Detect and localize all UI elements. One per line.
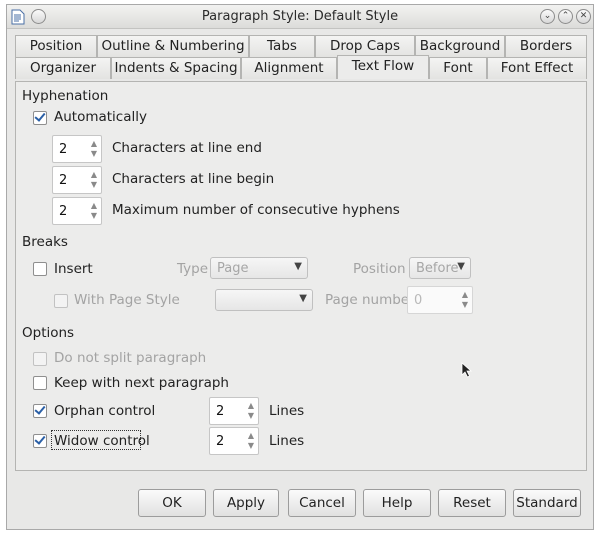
spin-down-icon[interactable]: ▼ xyxy=(91,212,97,220)
position-label: Position xyxy=(353,261,406,277)
with-page-style-checkbox[interactable] xyxy=(54,294,68,308)
orphan-control-checkbox[interactable] xyxy=(33,403,47,418)
chevron-down-icon: ▼ xyxy=(299,293,307,304)
spin-down-icon[interactable]: ▼ xyxy=(91,181,97,189)
max-hyphens-value: 2 xyxy=(59,204,68,219)
tab-indents-spacing[interactable]: Indents & Spacing xyxy=(111,57,241,79)
title-bar: Paragraph Style: Default Style ⌄ ⌃ ✕ xyxy=(7,5,593,29)
cancel-button[interactable]: Cancel xyxy=(288,489,356,517)
tab-position[interactable]: Position xyxy=(15,35,97,57)
position-dropdown[interactable]: Before ▼ xyxy=(409,257,471,279)
tab-tabs[interactable]: Tabs xyxy=(249,35,315,57)
orphan-lines-spinbox[interactable]: 2 ▲ ▼ xyxy=(209,397,259,425)
standard-button[interactable]: Standard xyxy=(513,489,581,517)
chevron-down-icon: ▼ xyxy=(294,261,302,272)
tab-font[interactable]: Font xyxy=(429,57,487,79)
page-number-spinbox[interactable]: 0 ▲ ▼ xyxy=(407,286,473,314)
orphan-lines-unit: Lines xyxy=(269,403,305,419)
tab-outline-numbering[interactable]: Outline & Numbering xyxy=(97,35,249,57)
automatically-checkbox[interactable] xyxy=(33,110,47,125)
apply-button[interactable]: Apply xyxy=(213,489,279,517)
tab-font-effect[interactable]: Font Effect xyxy=(487,57,587,79)
spin-down-icon[interactable]: ▼ xyxy=(248,442,254,450)
tab-text-flow[interactable]: Text Flow xyxy=(337,55,429,79)
type-dropdown[interactable]: Page ▼ xyxy=(210,257,308,279)
chars-line-begin-spinbox[interactable]: 2 ▲ ▼ xyxy=(52,166,102,194)
ok-button[interactable]: OK xyxy=(138,489,206,517)
chars-line-end-label: Characters at line end xyxy=(112,140,262,156)
dialog-window: Paragraph Style: Default Style ⌄ ⌃ ✕ Pos… xyxy=(6,4,594,530)
chars-line-begin-value: 2 xyxy=(59,173,68,188)
with-page-style-label: With Page Style xyxy=(74,292,180,308)
text-flow-panel: Hyphenation Automatically 2 ▲ ▼ Characte… xyxy=(15,81,587,471)
keep-with-next-checkbox[interactable] xyxy=(33,376,47,390)
options-heading: Options xyxy=(22,325,75,341)
hyphenation-heading: Hyphenation xyxy=(22,88,109,104)
breaks-heading: Breaks xyxy=(22,234,68,250)
spin-up-icon[interactable]: ▲ xyxy=(462,291,468,299)
minimize-icon[interactable]: ⌄ xyxy=(540,9,555,24)
maximize-icon[interactable]: ⌃ xyxy=(558,9,573,24)
position-value: Before xyxy=(416,261,459,276)
orphan-lines-value: 2 xyxy=(216,404,225,419)
max-hyphens-label: Maximum number of consecutive hyphens xyxy=(112,202,400,218)
help-button[interactable]: Help xyxy=(363,489,431,517)
spin-up-icon[interactable]: ▲ xyxy=(248,402,254,410)
spin-up-icon[interactable]: ▲ xyxy=(91,202,97,210)
insert-checkbox[interactable] xyxy=(33,262,47,276)
widow-lines-spinbox[interactable]: 2 ▲ ▼ xyxy=(209,427,259,455)
tab-borders[interactable]: Borders xyxy=(505,35,587,57)
chars-line-end-value: 2 xyxy=(59,142,68,157)
spin-up-icon[interactable]: ▲ xyxy=(248,432,254,440)
type-label: Type xyxy=(177,261,209,277)
chars-line-end-spinbox[interactable]: 2 ▲ ▼ xyxy=(52,135,102,163)
do-not-split-label: Do not split paragraph xyxy=(54,350,207,366)
spin-up-icon[interactable]: ▲ xyxy=(91,171,97,179)
tab-drop-caps[interactable]: Drop Caps xyxy=(315,35,415,57)
page-style-dropdown[interactable]: ▼ xyxy=(215,289,313,311)
do-not-split-checkbox[interactable] xyxy=(33,352,47,366)
reset-button[interactable]: Reset xyxy=(438,489,506,517)
orphan-control-label: Orphan control xyxy=(54,403,156,419)
page-number-value: 0 xyxy=(414,293,423,308)
spin-down-icon[interactable]: ▼ xyxy=(91,150,97,158)
tab-organizer[interactable]: Organizer xyxy=(15,57,111,79)
tab-background[interactable]: Background xyxy=(415,35,505,57)
spin-down-icon[interactable]: ▼ xyxy=(248,412,254,420)
close-icon[interactable]: ✕ xyxy=(576,9,591,24)
spin-down-icon[interactable]: ▼ xyxy=(462,301,468,309)
tab-alignment[interactable]: Alignment xyxy=(241,57,337,79)
widow-lines-value: 2 xyxy=(216,434,225,449)
spin-up-icon[interactable]: ▲ xyxy=(91,140,97,148)
chevron-down-icon: ▼ xyxy=(457,261,465,272)
keep-with-next-label: Keep with next paragraph xyxy=(54,375,229,391)
page-number-label: Page number xyxy=(325,292,415,308)
max-hyphens-spinbox[interactable]: 2 ▲ ▼ xyxy=(52,197,102,225)
insert-label: Insert xyxy=(54,261,93,277)
widow-lines-unit: Lines xyxy=(269,433,305,449)
widow-control-label: Widow control xyxy=(54,433,150,449)
type-value: Page xyxy=(217,261,249,276)
window-title: Paragraph Style: Default Style xyxy=(201,9,399,24)
mouse-cursor-icon xyxy=(461,362,473,382)
widow-control-checkbox[interactable] xyxy=(33,433,47,448)
automatically-label: Automatically xyxy=(54,109,147,125)
chars-line-begin-label: Characters at line begin xyxy=(112,171,275,187)
